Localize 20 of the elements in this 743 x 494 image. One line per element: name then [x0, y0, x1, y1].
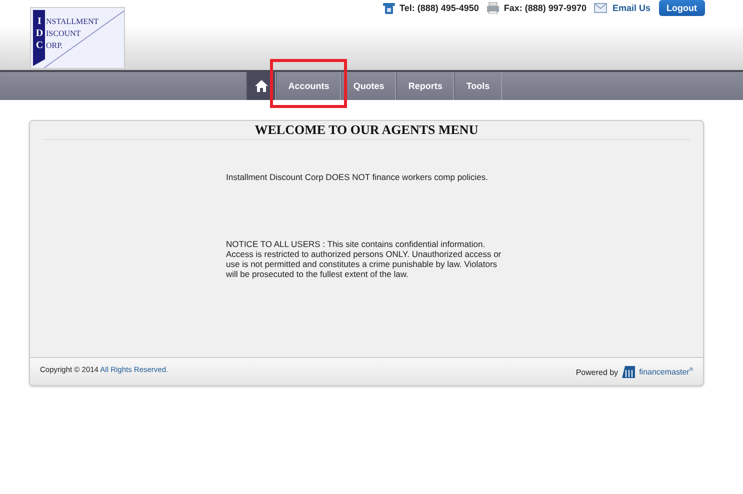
company-logo: I NSTALLMENT D ISCOUNT C ORP.	[30, 7, 125, 69]
powered-by-text: Powered by	[576, 368, 618, 376]
warning-text: NOTICE TO ALL USERS : This site contains confidential information. Access is restricted to authorized persons ONLY. Unauthorized access or use is not permitted and constitutes a crime punishable by law. Violators will be prosecuted to the fullest extent of the law.	[226, 239, 502, 279]
nav-tab[interactable]: Tools	[454, 72, 502, 100]
brand-name: financemaster$^{®}$	[639, 367, 693, 377]
envelope-icon	[594, 3, 608, 13]
panel-title: WELCOME TO OUR AGENTS MENU	[43, 121, 690, 140]
home-tab[interactable]	[246, 72, 276, 100]
fax-number: Fax: (888) 997-9970	[504, 3, 586, 13]
phone-number: Tel: (888) 495-4950	[400, 3, 479, 13]
logout-button[interactable]: Logout	[658, 0, 705, 16]
fax-icon	[486, 2, 499, 14]
nav-tab[interactable]: Quotes	[341, 72, 396, 100]
brand-logo-icon	[622, 366, 636, 378]
home-icon	[254, 80, 268, 92]
phone-icon	[382, 2, 395, 14]
nav-tab[interactable]: Reports	[396, 72, 454, 100]
email-link[interactable]: Email Us	[612, 3, 650, 13]
notice-text: Installment Discount Corp DOES NOT finance workers comp policies.	[226, 172, 490, 182]
nav-tab[interactable]: Accounts	[276, 72, 342, 100]
